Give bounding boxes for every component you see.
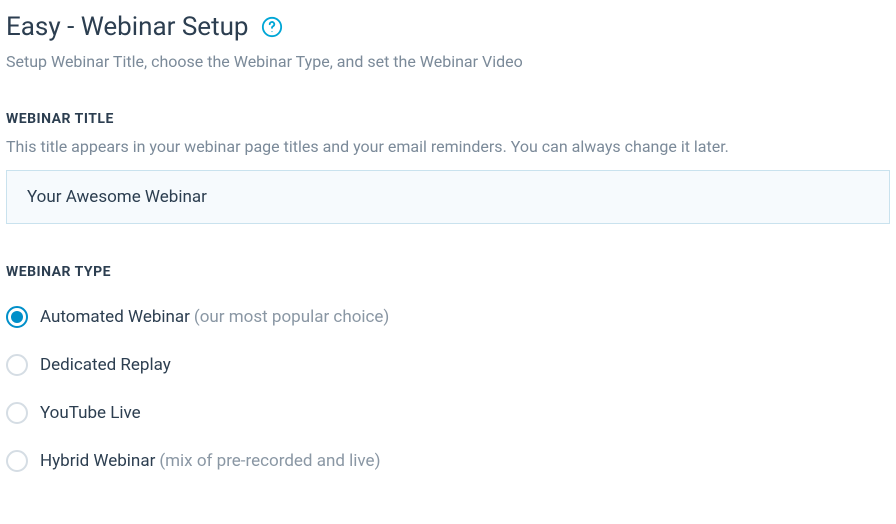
radio-hint: (mix of pre-recorded and live): [159, 451, 380, 471]
page-subtitle: Setup Webinar Title, choose the Webinar …: [6, 52, 890, 71]
webinar-type-label: WEBINAR TYPE: [6, 264, 890, 280]
webinar-title-section: WEBINAR TITLE This title appears in your…: [6, 111, 890, 224]
radio-hybrid-webinar[interactable]: Hybrid Webinar (mix of pre-recorded and …: [6, 450, 890, 472]
page-title: Easy - Webinar Setup: [6, 12, 249, 42]
radio-label: YouTube Live: [40, 403, 141, 423]
radio-button-icon: [6, 402, 28, 424]
radio-label: Hybrid Webinar: [40, 451, 155, 471]
webinar-title-label: WEBINAR TITLE: [6, 111, 890, 127]
radio-button-icon: [6, 306, 28, 328]
help-icon[interactable]: [261, 16, 283, 38]
radio-label: Automated Webinar: [40, 307, 190, 327]
webinar-type-section: WEBINAR TYPE Automated Webinar (our most…: [6, 264, 890, 472]
webinar-title-help: This title appears in your webinar page …: [6, 137, 890, 156]
radio-automated-webinar[interactable]: Automated Webinar (our most popular choi…: [6, 306, 890, 328]
webinar-title-input[interactable]: [6, 170, 890, 224]
radio-label: Dedicated Replay: [40, 355, 171, 375]
radio-dedicated-replay[interactable]: Dedicated Replay: [6, 354, 890, 376]
radio-hint: (our most popular choice): [194, 307, 389, 327]
radio-youtube-live[interactable]: YouTube Live: [6, 402, 890, 424]
radio-button-icon: [6, 354, 28, 376]
radio-button-icon: [6, 450, 28, 472]
